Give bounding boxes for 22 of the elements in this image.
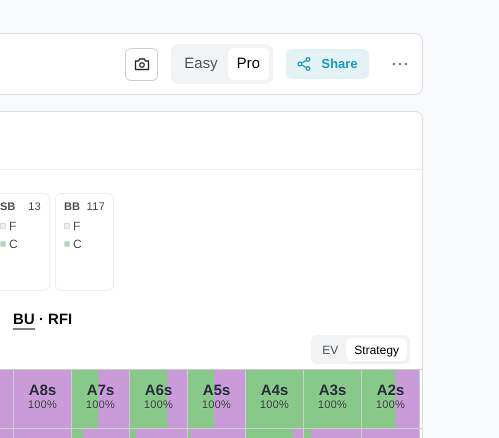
stack-size: 117 <box>86 200 105 215</box>
player-name: BB <box>64 200 80 215</box>
more-icon[interactable] <box>392 62 408 66</box>
spot-title: BU · RFI <box>13 311 74 329</box>
player-name: SB <box>0 200 16 215</box>
camera-icon <box>134 57 150 71</box>
mode-tab[interactable]: Easy <box>175 48 227 80</box>
legend-label: F <box>9 218 16 234</box>
hand-cell[interactable]: A5s 100% <box>188 370 246 428</box>
hand-cell[interactable]: A3s 100% <box>304 370 362 428</box>
legend-label: C <box>73 236 82 252</box>
stack-size: 13 <box>28 200 41 215</box>
legend-label: C <box>9 236 18 252</box>
view-tab[interactable]: EV <box>314 338 346 361</box>
camera-button[interactable] <box>125 48 158 80</box>
mode-tab[interactable]: Pro <box>228 48 269 80</box>
legend-label: F <box>73 218 80 234</box>
hand-cell[interactable]: A7s 100% <box>72 370 130 428</box>
hand-cell[interactable]: A8s 100% <box>14 370 72 428</box>
view-tab[interactable]: Strategy <box>346 338 407 361</box>
share-icon <box>297 57 312 71</box>
hand-cell[interactable]: A4s 100% <box>246 370 304 428</box>
